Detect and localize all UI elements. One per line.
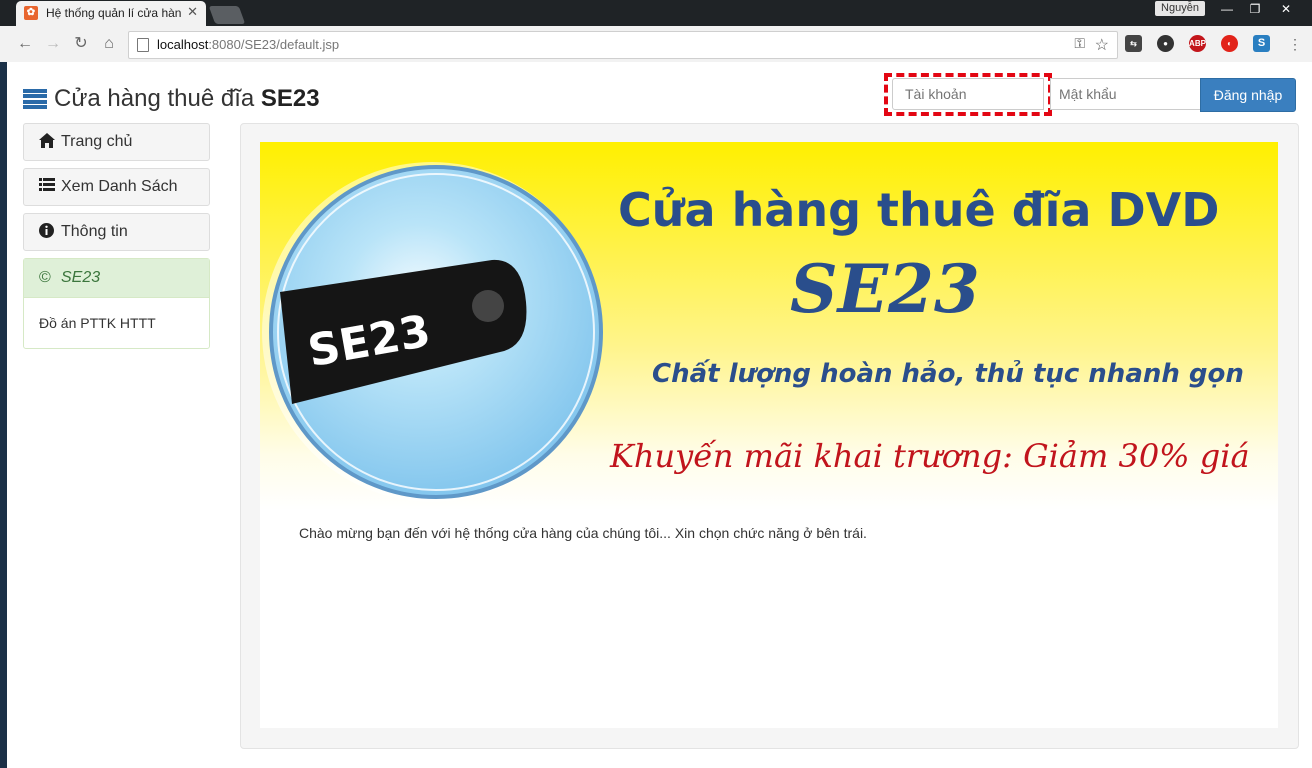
- browser-titlebar: ✿ Hệ thống quản lí cửa hàn ✕ Nguyễn — ❐ …: [0, 0, 1312, 26]
- s-extension-icon[interactable]: S: [1253, 35, 1270, 52]
- login-button[interactable]: Đăng nhập: [1200, 78, 1296, 112]
- banner-brand: SE23: [790, 250, 980, 328]
- content-inner: SE23 Cửa hàng thuê đĩa DVD SE23 Chất lượ…: [260, 142, 1278, 728]
- welcome-text: Chào mừng bạn đến với hệ thống cửa hàng …: [299, 525, 867, 541]
- info-icon: [39, 222, 57, 242]
- banner-slogan: Chất lượng hoàn hảo, thủ tục nhanh gọn: [652, 358, 1244, 389]
- se23-panel-heading: © SE23: [24, 259, 209, 298]
- sidebar-item-list[interactable]: Xem Danh Sách: [23, 168, 210, 206]
- sidebar-item-label: Thông tin: [61, 223, 128, 240]
- key-icon[interactable]: ⚿: [1074, 35, 1085, 52]
- page-icon: [137, 38, 149, 52]
- opera-icon[interactable]: ◐: [1221, 35, 1238, 52]
- home-icon: [39, 132, 57, 152]
- sidebar-item-label: Xem Danh Sách: [61, 178, 178, 195]
- page: Cửa hàng thuê đĩa SE23 Đăng nhập Trang c…: [7, 62, 1312, 768]
- browser-toolbar: ← → ↻ ⌂ localhost:8080/SE23/default.jsp …: [0, 26, 1312, 63]
- banner-promo: Khuyến mãi khai trương: Giảm 30% giá: [609, 437, 1250, 475]
- profile-button[interactable]: Nguyễn: [1155, 1, 1205, 16]
- hamburger-icon[interactable]: [23, 89, 47, 109]
- sidebar-item-info[interactable]: Thông tin: [23, 213, 210, 251]
- se23-panel: © SE23 Đồ án PTTK HTTT: [23, 258, 210, 349]
- se23-panel-body: Đồ án PTTK HTTT: [39, 315, 156, 331]
- new-tab-button[interactable]: [208, 6, 246, 24]
- minimize-button[interactable]: —: [1213, 1, 1241, 18]
- banner-title: Cửa hàng thuê đĩa DVD: [618, 183, 1219, 237]
- copyright-icon: ©: [39, 269, 51, 286]
- sidebar-menu: Trang chủ Xem Danh Sách Thông tin © SE23…: [23, 123, 210, 349]
- brand-title: Cửa hàng thuê đĩa SE23: [54, 85, 320, 112]
- banner-graphic: SE23 Cửa hàng thuê đĩa DVD SE23 Chất lượ…: [262, 162, 1250, 502]
- tab-title: Hệ thống quản lí cửa hàn: [46, 6, 182, 20]
- password-input[interactable]: [1050, 78, 1201, 110]
- browser-tab[interactable]: ✿ Hệ thống quản lí cửa hàn ✕: [16, 1, 206, 26]
- close-window-button[interactable]: ✕: [1272, 1, 1300, 18]
- chat-icon[interactable]: ●: [1157, 35, 1174, 52]
- list-icon: [39, 178, 57, 196]
- username-input[interactable]: [892, 78, 1044, 110]
- bookmark-star-icon[interactable]: ☆: [1095, 35, 1109, 55]
- store-banner: SE23 Cửa hàng thuê đĩa DVD SE23 Chất lượ…: [260, 142, 1278, 510]
- se23-panel-title: SE23: [61, 269, 101, 286]
- url-text: localhost:8080/SE23/default.jsp: [157, 37, 340, 52]
- address-bar[interactable]: localhost:8080/SE23/default.jsp ⚿ ☆: [128, 31, 1118, 59]
- reload-icon[interactable]: ↻: [70, 33, 92, 55]
- tab-close-icon[interactable]: ✕: [187, 4, 198, 20]
- desktop-edge: [0, 62, 7, 768]
- forward-icon[interactable]: →: [42, 33, 64, 55]
- sidebar-item-label: Trang chủ: [61, 133, 133, 150]
- xampp-favicon-icon: ✿: [24, 6, 38, 20]
- main-content: SE23 Cửa hàng thuê đĩa DVD SE23 Chất lượ…: [240, 123, 1299, 749]
- home-page-icon[interactable]: ⌂: [98, 33, 120, 55]
- cast-icon[interactable]: ⇆: [1125, 35, 1142, 52]
- back-icon[interactable]: ←: [14, 33, 36, 55]
- menu-icon[interactable]: ⋮: [1284, 33, 1306, 55]
- sidebar-item-home[interactable]: Trang chủ: [23, 123, 210, 161]
- adblock-icon[interactable]: ABP: [1189, 35, 1206, 52]
- restore-button[interactable]: ❐: [1241, 1, 1269, 18]
- brand[interactable]: Cửa hàng thuê đĩa SE23: [23, 85, 320, 113]
